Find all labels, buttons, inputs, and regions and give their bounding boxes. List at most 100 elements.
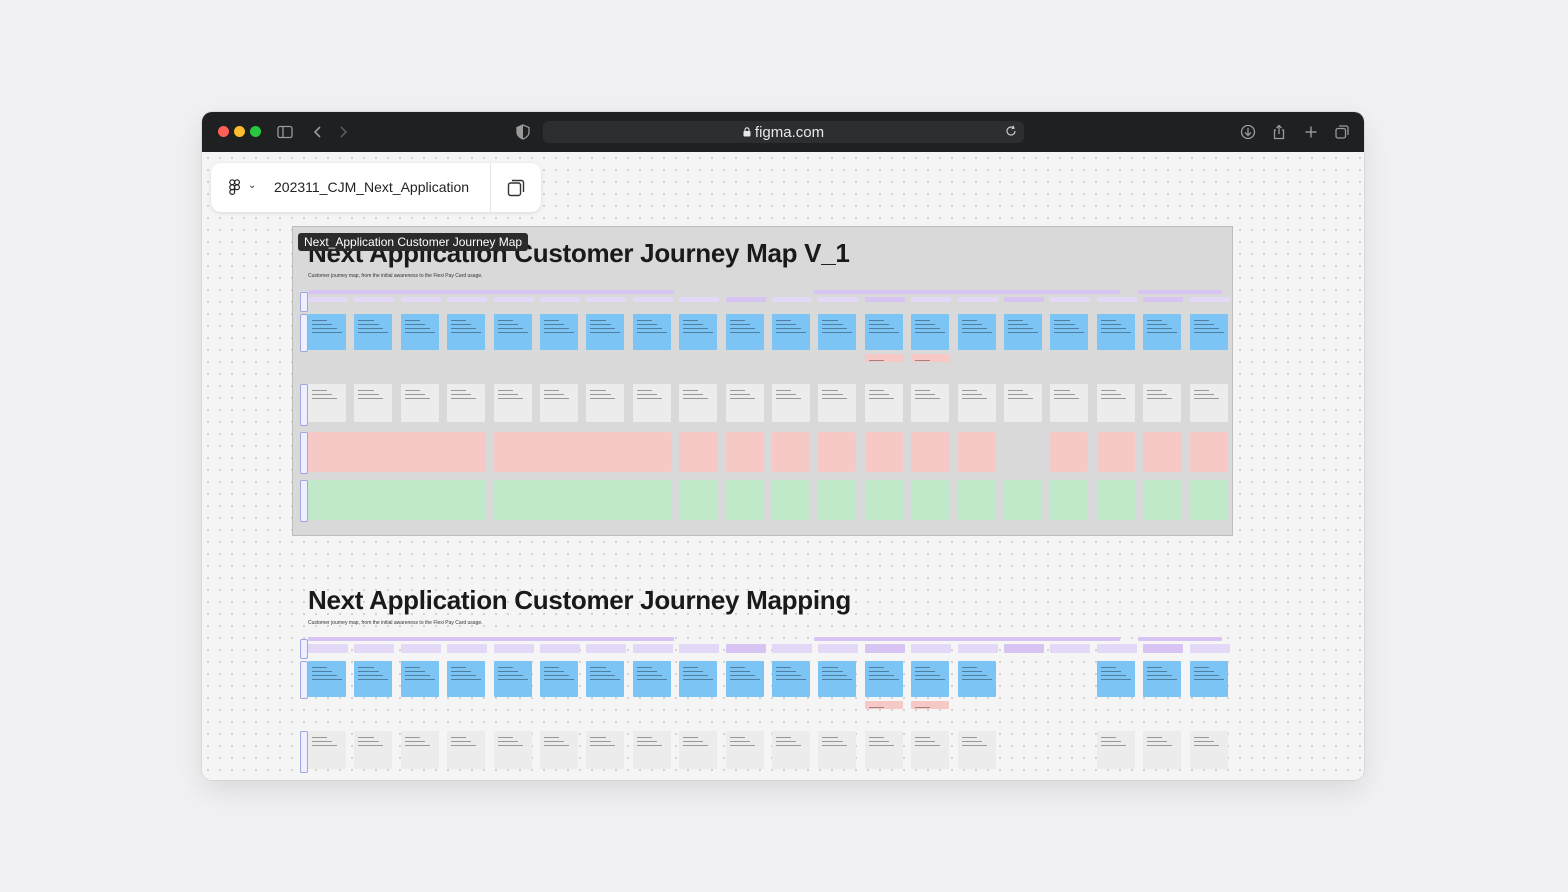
- action-sticky: [447, 314, 486, 350]
- sticky-text-line: [822, 398, 848, 399]
- touchpoint-sticky: [632, 731, 671, 769]
- sticky-text-line: [590, 390, 606, 391]
- sticky-text-line: [683, 328, 709, 329]
- sticky-text-line: [636, 741, 657, 742]
- touchpoint-sticky: [818, 384, 857, 422]
- action-sticky: [447, 661, 486, 697]
- sticky-text-line: [636, 394, 657, 395]
- action-sticky: [1096, 314, 1135, 350]
- action-sticky: [400, 314, 439, 350]
- sticky-text-line: [636, 745, 662, 746]
- pages-panel-icon[interactable]: [506, 178, 526, 198]
- action-sticky: [957, 314, 996, 350]
- sticky-text-line: [590, 671, 611, 672]
- sticky-text-line: [683, 741, 704, 742]
- sticky-text-line: [1008, 398, 1034, 399]
- sticky-text-line: [312, 328, 338, 329]
- figma-logo-icon[interactable]: [229, 179, 241, 197]
- sticky-text-line: [868, 328, 894, 329]
- sticky-text-line: [776, 324, 797, 325]
- sticky-text-line: [1100, 390, 1116, 391]
- sticky-text-line: [1147, 320, 1163, 321]
- sticky-text-line: [404, 671, 425, 672]
- sticky-text-line: [1054, 332, 1085, 333]
- pain-point-sticky: [772, 432, 810, 472]
- sticky-text-line: [1147, 398, 1173, 399]
- sticky-text-line: [915, 667, 931, 668]
- sticky-text-line: [1147, 324, 1168, 325]
- sticky-text-line: [312, 737, 328, 738]
- touchpoint-sticky: [447, 384, 486, 422]
- figma-canvas[interactable]: ⌄ 202311_CJM_Next_Application Next_Appli…: [202, 152, 1364, 780]
- sticky-text-line: [683, 671, 704, 672]
- substage-header: [447, 297, 488, 302]
- substage-header: [1143, 297, 1184, 302]
- sticky-text-line: [358, 667, 374, 668]
- reload-icon[interactable]: [1004, 124, 1018, 138]
- sticky-text-line: [822, 394, 843, 395]
- opportunity-sticky: [818, 480, 857, 520]
- sticky-text-line: [776, 332, 807, 333]
- opportunity-sticky: [1096, 480, 1135, 520]
- note-sticky: [911, 354, 950, 362]
- touchpoint-sticky: [308, 731, 346, 769]
- touchpoint-sticky: [308, 384, 346, 422]
- sticky-text-line: [1100, 328, 1126, 329]
- action-sticky: [1050, 314, 1089, 350]
- opportunity-sticky: [679, 480, 718, 520]
- sticky-text-line: [1054, 398, 1080, 399]
- sticky-text-line: [544, 328, 570, 329]
- minimize-window-button[interactable]: [234, 126, 245, 137]
- row-label-pain-points: [300, 432, 308, 474]
- sticky-text-line: [497, 332, 528, 333]
- substage-header: [725, 644, 766, 653]
- back-icon[interactable]: [309, 123, 327, 141]
- sticky-text-line: [1147, 675, 1173, 676]
- tab-overview-icon[interactable]: [1333, 123, 1351, 141]
- close-window-button[interactable]: [218, 126, 229, 137]
- sticky-text-line: [312, 398, 338, 399]
- sticky-text-line: [451, 675, 477, 676]
- forward-icon[interactable]: [334, 123, 352, 141]
- sticky-text-line: [729, 671, 750, 672]
- sticky-text-line: [544, 671, 565, 672]
- pain-point-sticky: [957, 432, 996, 472]
- sticky-text-line: [590, 324, 611, 325]
- touchpoint-sticky: [1189, 384, 1228, 422]
- sticky-text-line: [915, 390, 931, 391]
- sticky-text-line: [1100, 394, 1121, 395]
- sticky-text-line: [868, 741, 889, 742]
- sidebar-toggle-icon[interactable]: [276, 123, 294, 141]
- privacy-shield-icon[interactable]: [514, 123, 532, 141]
- chevron-down-icon[interactable]: ⌄: [248, 180, 256, 191]
- sticky-text-line: [497, 390, 513, 391]
- sticky-text-line: [358, 745, 384, 746]
- sticky-text-line: [1008, 332, 1039, 333]
- file-name[interactable]: 202311_CJM_Next_Application: [274, 179, 469, 195]
- sticky-text-line: [404, 332, 435, 333]
- sticky-text-line: [729, 745, 755, 746]
- sticky-text-line: [1147, 737, 1163, 738]
- sticky-text-line: [358, 394, 379, 395]
- sticky-text-line: [868, 390, 884, 391]
- lock-icon: [743, 127, 751, 137]
- address-bar[interactable]: figma.com: [543, 121, 1024, 143]
- sticky-text-line: [915, 671, 936, 672]
- opportunity-sticky: [308, 480, 486, 520]
- sticky-text-line: [404, 679, 435, 680]
- sticky-text-line: [729, 741, 750, 742]
- sticky-text-line: [822, 332, 853, 333]
- frame-label[interactable]: Next_Application Customer Journey Map: [298, 233, 529, 251]
- zoom-window-button[interactable]: [250, 126, 261, 137]
- sticky-text-line: [868, 667, 884, 668]
- new-tab-icon[interactable]: [1302, 123, 1320, 141]
- sticky-text-line: [404, 320, 420, 321]
- substage-header: [911, 644, 952, 653]
- action-sticky: [1143, 661, 1182, 697]
- sticky-text-line: [1100, 671, 1121, 672]
- sticky-text-line: [590, 328, 616, 329]
- downloads-icon[interactable]: [1239, 123, 1257, 141]
- sticky-text-line: [358, 671, 379, 672]
- share-icon[interactable]: [1270, 123, 1288, 141]
- file-menu-panel: ⌄ 202311_CJM_Next_Application: [211, 163, 541, 212]
